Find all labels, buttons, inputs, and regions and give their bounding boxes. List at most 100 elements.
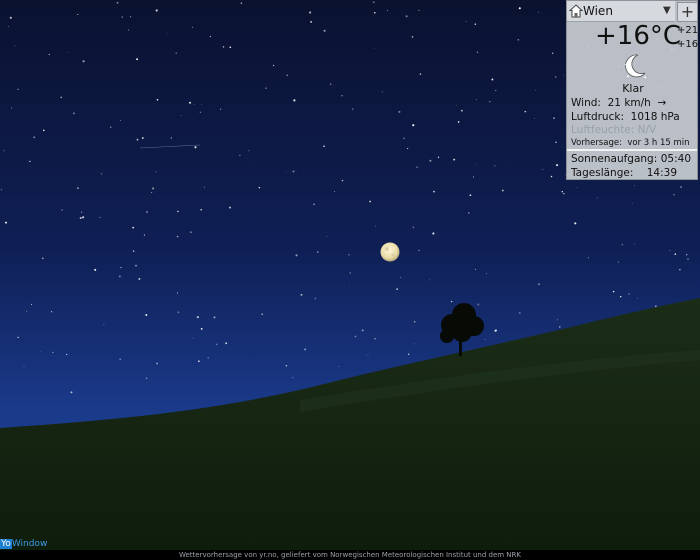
svg-text:✦: ✦ (643, 75, 647, 81)
star (489, 101, 491, 103)
star (354, 335, 357, 338)
star (192, 26, 193, 28)
daylength-row: Tageslänge: 14:39 (571, 167, 695, 179)
star (419, 73, 422, 75)
star (272, 64, 275, 67)
star (468, 212, 470, 214)
star (323, 145, 325, 148)
star (617, 261, 619, 263)
star (555, 164, 559, 167)
star (517, 39, 520, 41)
star (542, 168, 544, 170)
moon (380, 242, 400, 262)
star (26, 310, 28, 312)
star (475, 164, 476, 165)
star (494, 329, 497, 332)
star (373, 48, 375, 49)
star (103, 324, 105, 326)
star (674, 253, 677, 255)
star (554, 76, 557, 78)
location-selector[interactable]: Wien ▼ (567, 1, 675, 22)
star (82, 216, 85, 219)
star (338, 366, 340, 367)
star (222, 46, 225, 48)
star (406, 147, 409, 150)
star (120, 266, 122, 269)
star (563, 193, 565, 195)
star (82, 60, 85, 63)
star (679, 269, 681, 271)
star (574, 222, 577, 225)
star (198, 360, 200, 363)
star (118, 275, 121, 278)
star (418, 249, 420, 252)
star (156, 362, 159, 365)
star (300, 293, 303, 296)
star (145, 314, 148, 316)
star (374, 337, 376, 340)
star (333, 191, 335, 192)
star (216, 343, 218, 345)
star (116, 1, 119, 4)
dropdown-icon[interactable]: ▼ (663, 5, 671, 16)
star (433, 190, 435, 193)
star (77, 13, 79, 15)
star (239, 154, 241, 156)
star (200, 328, 203, 330)
city-name[interactable]: Wien (583, 4, 613, 18)
star (0, 189, 3, 191)
star (293, 99, 296, 102)
star (469, 194, 472, 197)
star (501, 189, 504, 192)
star (155, 171, 157, 173)
star (258, 186, 261, 189)
star (199, 111, 202, 113)
star (686, 254, 688, 256)
star (314, 297, 317, 300)
wind-value: 21 km/h (607, 97, 651, 109)
star (156, 99, 159, 101)
star (14, 45, 16, 47)
star (176, 235, 179, 238)
star (77, 187, 79, 190)
star (295, 170, 297, 172)
sunrise-row: Sonnenaufgang: 05:40 (571, 153, 695, 165)
star (429, 159, 432, 162)
star (136, 58, 139, 61)
star (3, 150, 5, 152)
star (412, 226, 415, 229)
star (341, 179, 344, 182)
svg-text:✦: ✦ (624, 62, 629, 69)
weather-widget[interactable]: Wien ▼ + +16°C +21 +16 ✦ ✦ ✦ Klar Wind: … (566, 0, 698, 180)
star (8, 25, 9, 27)
star (538, 11, 539, 13)
star (286, 74, 288, 76)
star (41, 257, 44, 260)
star (48, 53, 50, 56)
star (518, 312, 521, 314)
star (631, 202, 633, 204)
star (220, 108, 222, 110)
wind-row: Wind: 21 km/h → (571, 97, 666, 109)
star (17, 336, 19, 339)
star (188, 101, 192, 104)
logo-part-window: Window (11, 539, 48, 549)
pressure-label: Luftdruck: (571, 111, 624, 123)
star (476, 51, 479, 53)
star (261, 313, 263, 315)
star (556, 319, 558, 321)
star (428, 279, 430, 281)
star (9, 16, 12, 19)
star (476, 99, 477, 100)
add-location-icon[interactable]: + (677, 2, 698, 22)
star (176, 292, 179, 294)
daylength-label: Tageslänge: (571, 167, 634, 179)
home-icon[interactable] (569, 4, 583, 18)
star (348, 253, 350, 256)
forecast-credit[interactable]: Wettervorhersage von yr.no, geliefert vo… (0, 550, 700, 560)
star (110, 126, 112, 128)
star (127, 29, 129, 31)
star (316, 251, 319, 253)
star (66, 353, 68, 355)
star (265, 87, 267, 90)
